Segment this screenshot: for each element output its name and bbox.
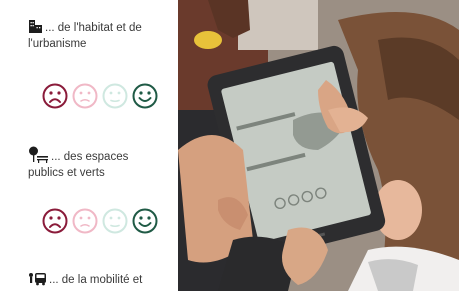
- screenshot: ... de l'habitat et de l'urbanisme ... d…: [0, 0, 459, 291]
- happy-face-icon[interactable]: [132, 83, 158, 109]
- building-icon: [28, 18, 44, 38]
- survey-panel: ... de l'habitat et de l'urbanisme ... d…: [0, 0, 178, 291]
- very-sad-face-icon[interactable]: [42, 83, 68, 109]
- bus-icon: [28, 272, 48, 290]
- park-bench-icon: [28, 146, 50, 167]
- photo-illustration: [178, 0, 459, 291]
- question-espaces: ... des espaces publics et verts: [28, 146, 158, 180]
- sad-face-icon[interactable]: [72, 83, 98, 109]
- sad-face-icon[interactable]: [72, 208, 98, 234]
- rating-row-habitat: [42, 83, 158, 109]
- photo-tablet-in-hands: [178, 0, 459, 291]
- question-mobilite-text: ... de la mobilité et: [49, 274, 143, 286]
- question-mobilite: ... de la mobilité et: [28, 272, 168, 290]
- neutral-face-icon[interactable]: [102, 83, 128, 109]
- neutral-face-icon[interactable]: [102, 208, 128, 234]
- rating-row-espaces: [42, 208, 158, 234]
- very-sad-face-icon[interactable]: [42, 208, 68, 234]
- happy-face-icon[interactable]: [132, 208, 158, 234]
- question-habitat: ... de l'habitat et de l'urbanisme: [28, 18, 168, 51]
- question-habitat-text: ... de l'habitat et de l'urbanisme: [28, 22, 142, 50]
